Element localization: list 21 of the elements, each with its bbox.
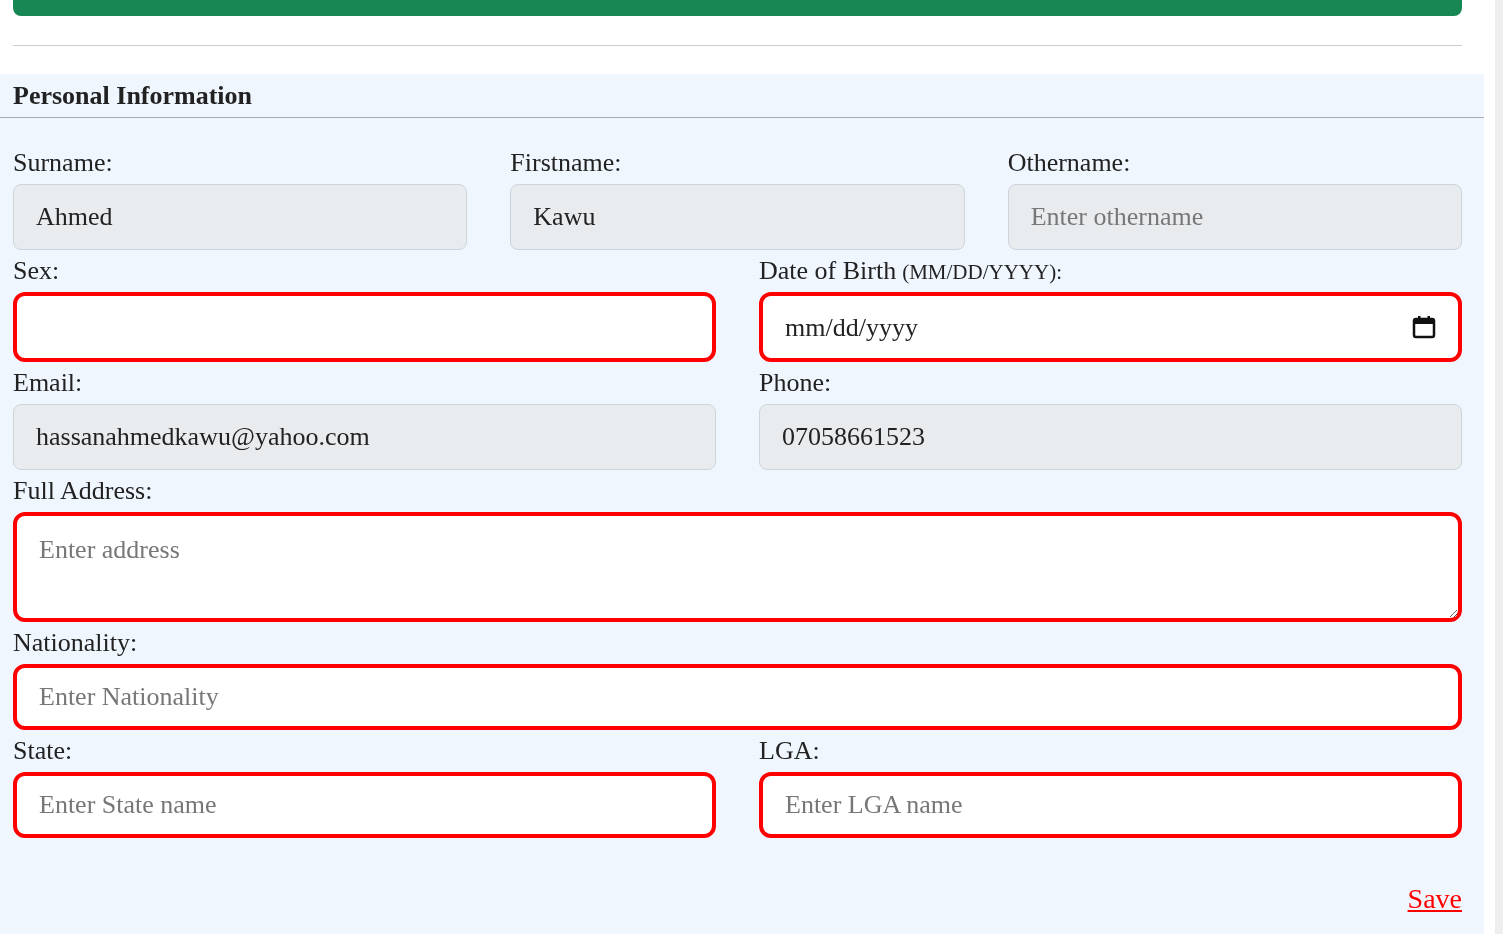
text-field[interactable]: Enter LGA name <box>759 772 1462 838</box>
field-label: Phone: <box>759 368 832 398</box>
field-label: Surname: <box>13 148 113 178</box>
field-label: Date of Birth <box>759 256 897 286</box>
field-label: Othername: <box>1007 148 1131 178</box>
calendar-icon[interactable] <box>1412 315 1436 339</box>
section-title: Personal Information <box>13 80 253 112</box>
text-field[interactable]: Enter State name <box>13 772 716 838</box>
field-label: State: <box>13 736 73 766</box>
address-field[interactable]: Enter address <box>13 512 1462 622</box>
field-label: Sex: <box>13 256 60 286</box>
field-label: Full Address: <box>13 476 153 506</box>
field-label: Email: <box>13 368 83 398</box>
text-field[interactable]: Enter Nationality <box>13 664 1462 730</box>
field-label: Firstname: <box>510 148 622 178</box>
format-hint: (MM/DD/YYYY): <box>902 259 1062 286</box>
field-label: Nationality: <box>13 628 138 658</box>
save-link[interactable]: Save <box>1407 878 1462 920</box>
field-label: LGA: <box>759 736 820 766</box>
date-field[interactable]: mm/dd/yyyy <box>759 292 1462 362</box>
select-field[interactable] <box>13 292 716 362</box>
